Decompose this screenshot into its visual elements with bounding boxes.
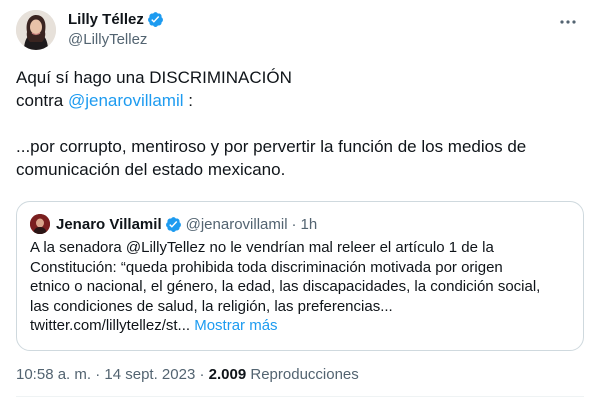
meta-separator-2: · — [199, 366, 205, 383]
quoted-author-handle[interactable]: @jenarovillamil — [186, 216, 288, 233]
tweet-date[interactable]: 14 sept. 2023 — [104, 366, 195, 383]
show-more-link[interactable]: Mostrar más — [194, 317, 277, 334]
quoted-link[interactable]: twitter.com/lillytellez/st... — [30, 317, 190, 334]
quoted-line-4: las condiciones de salud, la religión, l… — [30, 297, 393, 315]
author-name-row: Lilly Téllez — [68, 11, 164, 28]
tweet-line-3: ...por corrupto, mentiroso y por pervert… — [16, 137, 527, 156]
more-options-button[interactable] — [556, 10, 580, 34]
quoted-line-2: Constitución: “queda prohibida toda disc… — [30, 258, 503, 276]
quoted-line-3: etnico o nacional, el género, la edad, l… — [30, 278, 541, 295]
quoted-time[interactable]: 1h — [301, 216, 318, 233]
tweet-metadata: 10:58 a. m. · 14 sept. 2023 · 2.009 Repr… — [16, 366, 359, 383]
divider — [16, 396, 584, 397]
author-avatar[interactable] — [16, 10, 56, 50]
tweet-line-1: Aquí sí hago una DISCRIMINACIÓN — [16, 68, 292, 87]
quoted-author-name[interactable]: Jenaro Villamil — [56, 216, 162, 233]
quoted-avatar[interactable] — [30, 214, 50, 234]
meta-separator-1: · — [95, 366, 101, 383]
tweet-time[interactable]: 10:58 a. m. — [16, 366, 91, 383]
quoted-tweet[interactable]: Jenaro Villamil @jenarovillamil · 1h A l… — [16, 201, 584, 351]
quoted-line-5: twitter.com/lillytellez/st... Mostrar má… — [30, 316, 575, 336]
quoted-separator: · — [291, 215, 297, 233]
avatar-photo-icon — [16, 10, 56, 50]
tweet-line-2: contra @jenarovillamil : — [16, 89, 584, 112]
tweet-header: Lilly Téllez @LillyTellez — [16, 8, 584, 52]
quoted-text: A la senadora @LillyTellez no le vendría… — [30, 238, 575, 336]
author-handle[interactable]: @LillyTellez — [68, 31, 147, 48]
quoted-line-1: A la senadora @LillyTellez no le vendría… — [30, 239, 494, 256]
verified-badge-icon — [147, 12, 163, 27]
quoted-avatar-photo-icon — [30, 214, 50, 234]
tweet-line-2-suffix: : — [183, 91, 193, 110]
more-dots-icon — [560, 20, 576, 24]
quoted-header: Jenaro Villamil @jenarovillamil · 1h — [30, 214, 317, 234]
tweet-text: Aquí sí hago una DISCRIMINACIÓN contra @… — [16, 66, 584, 181]
quoted-verified-badge-icon — [165, 216, 181, 232]
tweet-line-4: comunicación del estado mexicano. — [16, 160, 286, 179]
views-label: Reproducciones — [250, 366, 359, 383]
views-count: 2.009 — [208, 366, 247, 383]
tweet-card: Lilly Téllez @LillyTellez Aquí sí hago u… — [0, 0, 600, 414]
tweet-line-2-prefix: contra — [16, 91, 68, 110]
mention-link[interactable]: @jenarovillamil — [68, 91, 184, 110]
author-name[interactable]: Lilly Téllez — [68, 11, 144, 28]
